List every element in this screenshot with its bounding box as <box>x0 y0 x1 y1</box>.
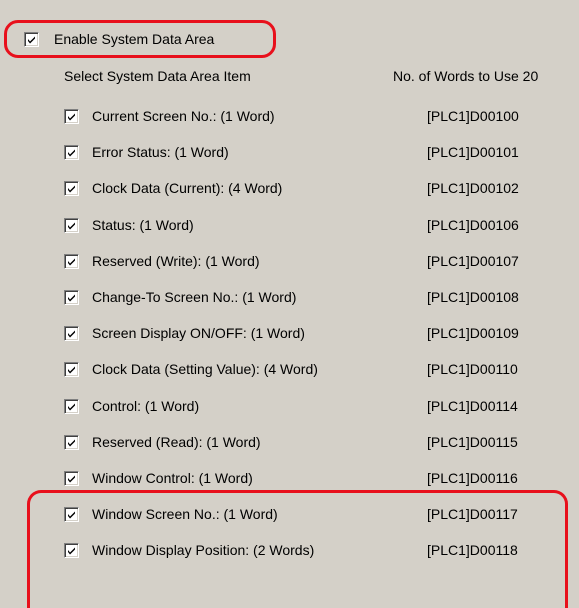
list-item: Clock Data (Current): (4 Word) [PLC1]D001… <box>0 170 579 206</box>
checkmark-icon <box>68 547 75 555</box>
list-item: Screen Display ON/OFF: (1 Word) [PLC1]D00… <box>0 315 579 351</box>
item-label[interactable]: Reserved (Write): (1 Word) <box>92 253 260 269</box>
item-label[interactable]: Error Status: (1 Word) <box>92 144 229 160</box>
checkmark-icon <box>68 475 75 483</box>
checkmark-icon <box>68 330 75 338</box>
checkmark-icon <box>68 258 75 266</box>
list-item: Window Screen No.: (1 Word) [PLC1]D00117 <box>0 496 579 532</box>
item-checkbox[interactable] <box>64 253 79 269</box>
list-item: Window Display Position: (2 Words) [PLC1]… <box>0 532 579 568</box>
item-checkbox[interactable] <box>64 362 79 378</box>
item-label[interactable]: Control: (1 Word) <box>92 398 199 414</box>
item-label[interactable]: Window Control: (1 Word) <box>92 470 253 486</box>
item-checkbox[interactable] <box>64 326 79 342</box>
item-checkbox[interactable] <box>64 543 79 559</box>
checkmark-icon <box>68 185 75 193</box>
item-checkbox[interactable] <box>64 434 79 450</box>
checkmark-icon <box>68 511 75 519</box>
system-data-area-panel: Enable System Data Area Select System Da… <box>0 0 579 608</box>
item-address: [PLC1]D00110 <box>427 361 518 378</box>
item-address: [PLC1]D00101 <box>427 144 519 161</box>
list-item: Error Status: (1 Word) [PLC1]D00101 <box>0 134 579 170</box>
item-label[interactable]: Window Screen No.: (1 Word) <box>92 506 278 522</box>
list-item: Current Screen No.: (1 Word) [PLC1]D00100 <box>0 98 579 134</box>
item-label[interactable]: Change-To Screen No.: (1 Word) <box>92 289 296 305</box>
item-address: [PLC1]D00102 <box>427 180 519 197</box>
item-checkbox[interactable] <box>64 145 79 161</box>
item-address: [PLC1]D00118 <box>427 542 518 559</box>
list-item: Change-To Screen No.: (1 Word) [PLC1]D001… <box>0 279 579 315</box>
select-item-heading: Select System Data Area Item <box>64 68 251 84</box>
item-address: [PLC1]D00107 <box>427 252 519 269</box>
list-item: Status: (1 Word) [PLC1]D00106 <box>0 207 579 243</box>
checkmark-icon <box>28 36 35 44</box>
checkmark-icon <box>68 403 75 411</box>
item-label[interactable]: Current Screen No.: (1 Word) <box>92 108 275 124</box>
item-address: [PLC1]D00100 <box>427 108 519 124</box>
checkmark-icon <box>68 439 75 447</box>
checkmark-icon <box>68 222 75 230</box>
item-checkbox[interactable] <box>64 507 79 523</box>
item-label[interactable]: Reserved (Read): (1 Word) <box>92 434 261 450</box>
list-item: Reserved (Read): (1 Word) [PLC1]D00115 <box>0 424 579 460</box>
item-checkbox[interactable] <box>64 471 79 486</box>
checkmark-icon <box>68 294 75 302</box>
enable-system-data-area-label[interactable]: Enable System Data Area <box>54 31 214 47</box>
item-address: [PLC1]D00114 <box>427 397 518 414</box>
item-label[interactable]: Clock Data (Current): (4 Word) <box>92 180 282 196</box>
item-label[interactable]: Screen Display ON/OFF: (1 Word) <box>92 325 305 341</box>
item-label[interactable]: Clock Data (Setting Value): (4 Word) <box>92 361 318 377</box>
item-address: [PLC1]D00116 <box>427 470 518 486</box>
checkmark-icon <box>68 366 75 374</box>
item-checkbox[interactable] <box>64 398 79 414</box>
item-address: [PLC1]D00109 <box>427 325 519 342</box>
item-checkbox[interactable] <box>64 109 79 124</box>
list-item: Control: (1 Word) [PLC1]D00114 <box>0 388 579 424</box>
item-label[interactable]: Window Display Position: (2 Words) <box>92 542 314 558</box>
enable-system-data-area-checkbox[interactable] <box>24 32 39 47</box>
item-label[interactable]: Status: (1 Word) <box>92 217 194 233</box>
item-address: [PLC1]D00117 <box>427 506 518 523</box>
list-item: Reserved (Write): (1 Word) [PLC1]D00107 <box>0 243 579 279</box>
list-item: Clock Data (Setting Value): (4 Word) [PLC… <box>0 351 579 387</box>
list-item: Window Control: (1 Word) [PLC1]D00116 <box>0 460 579 496</box>
item-address: [PLC1]D00106 <box>427 216 519 233</box>
checkmark-icon <box>68 149 75 157</box>
item-address: [PLC1]D00108 <box>427 289 519 305</box>
item-checkbox[interactable] <box>64 290 79 305</box>
item-checkbox[interactable] <box>64 217 79 233</box>
checkmark-icon <box>68 113 75 121</box>
item-address: [PLC1]D00115 <box>427 433 518 450</box>
words-to-use-count: No. of Words to Use 20 <box>393 68 539 84</box>
item-checkbox[interactable] <box>64 181 79 197</box>
